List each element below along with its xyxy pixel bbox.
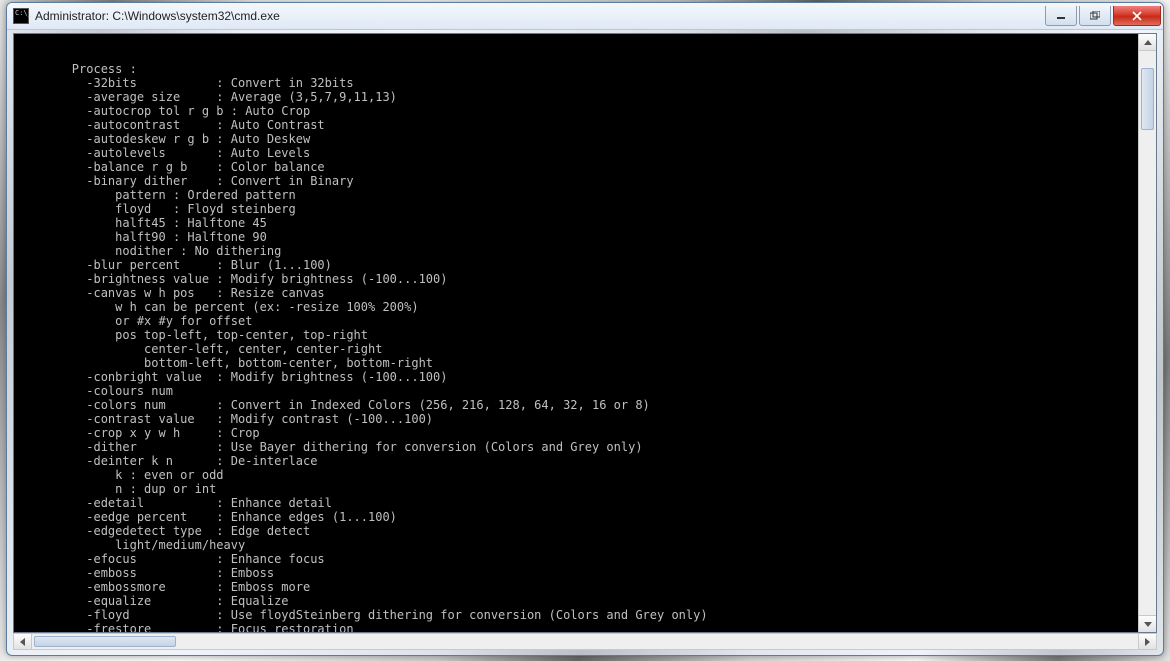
maximize-button[interactable] bbox=[1079, 6, 1111, 26]
horizontal-scrollbar[interactable] bbox=[13, 633, 1157, 650]
client-area: Process : -32bits : Convert in 32bits -a… bbox=[13, 33, 1157, 633]
cmd-icon bbox=[13, 8, 29, 24]
window-controls bbox=[1045, 6, 1161, 26]
scroll-up-button[interactable] bbox=[1139, 34, 1156, 51]
titlebar[interactable]: Administrator: C:\Windows\system32\cmd.e… bbox=[7, 3, 1163, 30]
minimize-icon bbox=[1056, 11, 1066, 21]
console-output[interactable]: Process : -32bits : Convert in 32bits -a… bbox=[14, 46, 1138, 620]
window-title: Administrator: C:\Windows\system32\cmd.e… bbox=[35, 9, 1045, 23]
chevron-right-icon bbox=[1145, 638, 1150, 646]
close-icon bbox=[1131, 11, 1143, 21]
chevron-up-icon bbox=[1144, 40, 1152, 45]
close-button[interactable] bbox=[1113, 6, 1161, 26]
scroll-right-button[interactable] bbox=[1138, 634, 1156, 649]
vertical-scroll-thumb[interactable] bbox=[1141, 68, 1154, 130]
scroll-left-button[interactable] bbox=[14, 634, 32, 649]
vertical-scrollbar[interactable] bbox=[1138, 34, 1156, 632]
chevron-left-icon bbox=[20, 638, 25, 646]
cmd-window: Administrator: C:\Windows\system32\cmd.e… bbox=[6, 2, 1164, 656]
chevron-down-icon bbox=[1144, 622, 1152, 627]
maximize-icon bbox=[1090, 11, 1100, 21]
minimize-button[interactable] bbox=[1045, 6, 1077, 26]
scroll-down-button[interactable] bbox=[1139, 615, 1156, 632]
horizontal-scroll-thumb[interactable] bbox=[34, 636, 176, 647]
